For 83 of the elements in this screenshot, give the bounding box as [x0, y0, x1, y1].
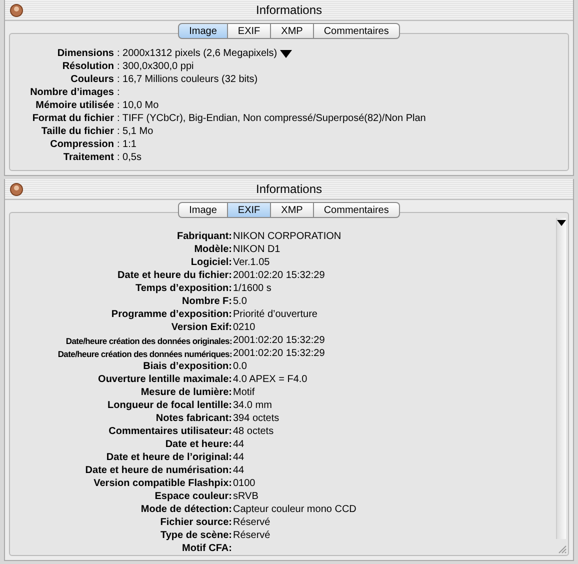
- field-label: Nombre d’images: [29, 87, 114, 98]
- field-label: Commentaires utilisateur:: [108, 426, 232, 437]
- field-label: Espace couleur:: [154, 491, 232, 502]
- field-label: Dimensions: [56, 48, 114, 59]
- field-value: 44: [233, 465, 244, 476]
- field-label: Couleurs: [70, 74, 114, 85]
- field-value: 2001:02:20 15:32:29: [233, 335, 325, 346]
- field-label: Résolution: [61, 61, 114, 72]
- field-value: 0.0: [233, 361, 247, 372]
- window-title: Informations: [256, 182, 322, 196]
- field-value: Capteur couleur mono CCD: [233, 504, 356, 515]
- field-value: 34.0 mm: [233, 400, 272, 411]
- field-value: 4.0 APEX = F4.0: [233, 374, 308, 385]
- tab[interactable]: EXIF: [228, 23, 272, 39]
- field-value: : TIFF (YCbCr), Big-Endian, Non compressé/Superposé(82)/Non Plan: [117, 113, 426, 124]
- tab[interactable]: Commentaires: [314, 202, 400, 218]
- field-label: Taille du fichier: [40, 126, 114, 137]
- close-icon[interactable]: [10, 4, 23, 17]
- scrollbar[interactable]: [556, 218, 566, 539]
- field-label: Date et heure de l’original:: [105, 452, 232, 463]
- field-value: 44: [233, 452, 244, 463]
- field-label: Fichier source:: [159, 517, 232, 528]
- field-label: Nombre F:: [181, 296, 232, 307]
- field-label: Modèle:: [193, 244, 232, 255]
- field-label: Temps d’exposition:: [134, 283, 232, 294]
- field-value: : 300,0x300,0 ppi: [117, 61, 194, 72]
- field-label: Logiciel:: [190, 257, 232, 268]
- field-value: :: [117, 87, 120, 98]
- field-value: 2001:02:20 15:32:29: [233, 270, 325, 281]
- dropdown-arrow-icon[interactable]: [280, 50, 292, 58]
- tab[interactable]: XMP: [271, 23, 314, 39]
- field-label: Compression: [49, 139, 114, 150]
- field-label: Date et heure de numérisation:: [84, 465, 232, 476]
- field-value: 0210: [233, 322, 256, 333]
- field-label: Date/heure création des données originales:: [64, 336, 232, 346]
- field-label: Notes fabricant:: [154, 413, 232, 424]
- field-label: Date et heure du fichier:: [116, 270, 232, 281]
- field-value: 44: [233, 439, 244, 450]
- field-label: Version compatible Flashpix:: [92, 478, 232, 489]
- field-value: Réservé: [233, 530, 270, 541]
- field-label: Mémoire utilisée: [34, 100, 114, 111]
- field-label: Format du fichier: [31, 113, 114, 124]
- field-value: : 16,7 Millions couleurs (32 bits): [117, 74, 258, 85]
- tab[interactable]: Image: [178, 202, 228, 218]
- field-label: Date et heure:: [164, 439, 232, 450]
- field-value: 1/1600 s: [233, 283, 272, 294]
- scroll-down-icon[interactable]: [557, 220, 566, 226]
- close-icon[interactable]: [10, 183, 23, 196]
- field-value: Priorité d’ouverture: [233, 309, 318, 320]
- field-value: : 2000x1312 pixels (2,6 Megapixels): [117, 48, 278, 59]
- field-label: Motif CFA:: [181, 543, 232, 554]
- window-title: Informations: [256, 3, 322, 17]
- field-label: Biais d’exposition:: [142, 361, 232, 372]
- field-value: Réservé: [233, 517, 270, 528]
- resize-grip-icon[interactable]: [558, 545, 567, 554]
- field-value: : 10,0 Mo: [117, 100, 159, 111]
- field-label: Traitement: [62, 152, 114, 163]
- field-label: Mode de détection:: [140, 504, 232, 515]
- field-label: Type de scène:: [159, 530, 232, 541]
- tab[interactable]: Image: [178, 23, 228, 39]
- field-label: Fabriquant:: [176, 231, 232, 242]
- field-value: NIKON CORPORATION: [233, 231, 342, 242]
- field-label: Mesure de lumière:: [140, 387, 232, 398]
- tab[interactable]: EXIF: [228, 202, 272, 218]
- field-value: 394 octets: [233, 413, 280, 424]
- field-value: 2001:02:20 15:32:29: [233, 348, 325, 359]
- field-label: Longueur de focal lentille:: [106, 400, 232, 411]
- field-value: Ver.1.05: [233, 257, 270, 268]
- field-value: 5.0: [233, 296, 247, 307]
- field-label: Version Exif:: [170, 322, 232, 333]
- tab[interactable]: XMP: [271, 202, 314, 218]
- field-value: NIKON D1: [233, 244, 280, 255]
- field-value: Motif: [233, 387, 255, 398]
- field-value: sRVB: [233, 491, 258, 502]
- field-label: Date/heure création des données numériques:: [56, 348, 232, 358]
- field-value: : 0,5s: [117, 152, 142, 163]
- field-label: Programme d’exposition:: [110, 309, 232, 320]
- field-value: 0100: [233, 478, 256, 489]
- tab[interactable]: Commentaires: [314, 23, 400, 39]
- field-label: Ouverture lentille maximale:: [97, 374, 232, 385]
- field-value: : 5,1 Mo: [117, 126, 154, 137]
- field-value: : 1:1: [117, 139, 136, 150]
- field-value: 48 octets: [233, 426, 274, 437]
